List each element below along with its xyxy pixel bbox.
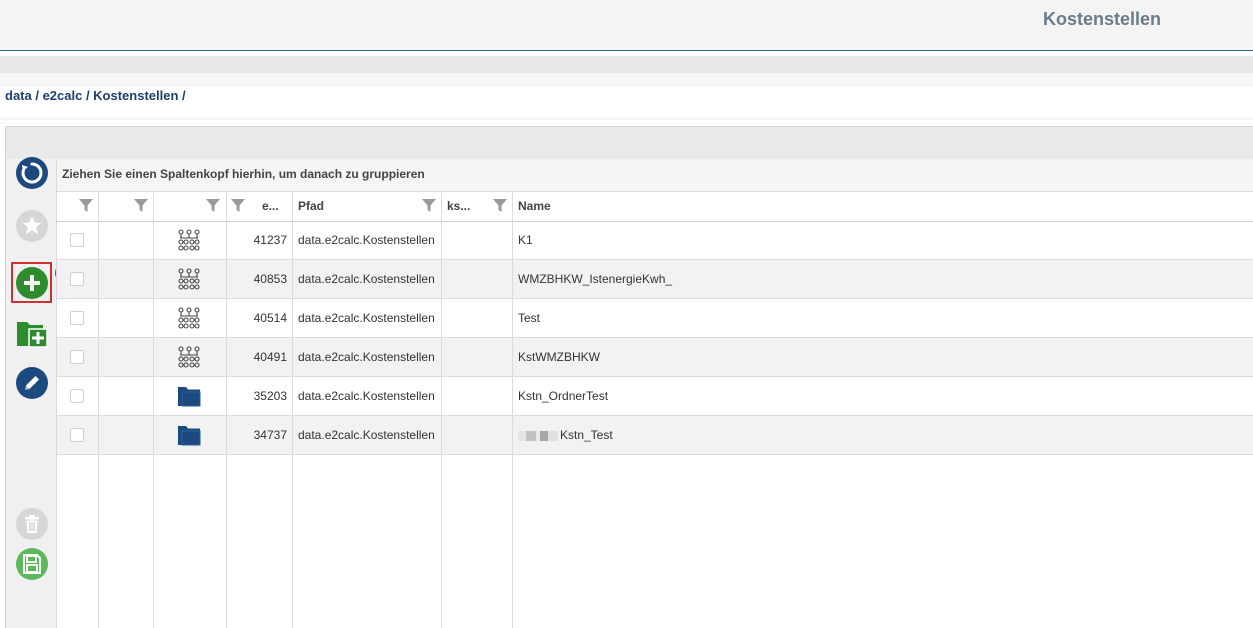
add-button[interactable]	[15, 266, 49, 300]
add-folder-button[interactable]	[15, 316, 49, 350]
column-header-name[interactable]: Name	[518, 192, 551, 221]
row-checkbox[interactable]	[70, 428, 84, 442]
folder-add-icon	[17, 322, 48, 348]
cost-center-icon	[178, 229, 200, 251]
filter-icon[interactable]	[493, 199, 507, 213]
save-icon	[16, 548, 48, 580]
cell-name: K1	[518, 221, 533, 259]
cell-name: Test	[518, 299, 540, 337]
cell-name-text: Test	[518, 311, 541, 325]
row-checkbox[interactable]	[70, 311, 84, 325]
cell-path: data.e2calc.Kostenstellen	[298, 350, 435, 364]
cell-name-text: Kstn_OrdnerTest	[518, 389, 609, 403]
row-checkbox[interactable]	[70, 272, 84, 286]
table-row[interactable]: 41237 data.e2calc.Kostenstellen K1	[57, 221, 1253, 260]
trash-icon	[16, 508, 48, 540]
group-drop-area[interactable]: Ziehen Sie einen Spaltenkopf hierhin, um…	[57, 160, 1253, 191]
cell-path: data.e2calc.Kostenstellen	[298, 311, 435, 325]
grid-header-row: e... Pfad ks... Name	[57, 191, 1253, 222]
filter-icon[interactable]	[422, 199, 436, 213]
edit-icon	[16, 367, 48, 399]
column-header-ks[interactable]: ks...	[447, 192, 470, 221]
column-divider	[441, 191, 442, 628]
column-divider	[292, 191, 293, 628]
favorite-button[interactable]	[15, 209, 49, 243]
filter-icon[interactable]	[231, 199, 245, 213]
page-title: Kostenstellen	[1042, 9, 1161, 29]
plus-icon	[16, 267, 48, 299]
table-row[interactable]: 40491 data.e2calc.Kostenstellen KstWMZBHKW	[57, 338, 1253, 377]
cost-center-icon	[178, 307, 200, 329]
cell-path: data.e2calc.Kostenstellen	[298, 428, 435, 442]
breadcrumb-text[interactable]: data / e2calc / Kostenstellen /	[5, 88, 186, 103]
filter-icon[interactable]	[134, 199, 148, 213]
cell-id: 34737	[253, 428, 287, 442]
row-checkbox[interactable]	[70, 389, 84, 403]
cell-path: data.e2calc.Kostenstellen	[298, 272, 435, 286]
save-button[interactable]	[15, 547, 49, 581]
cost-center-icon	[178, 346, 200, 368]
cell-name: Kstn_Test	[518, 416, 613, 454]
cell-id: 41237	[253, 233, 287, 247]
cell-name-text: K1	[518, 233, 533, 247]
cell-name: Kstn_OrdnerTest	[518, 377, 608, 415]
cell-name-text: Kstn_Test	[560, 428, 613, 442]
row-checkbox[interactable]	[70, 233, 84, 247]
app-header: Kostenstellen	[0, 0, 1253, 51]
folder-icon	[178, 426, 201, 446]
cell-name-text: WMZBHKW_IstenergieKwh_	[518, 272, 673, 286]
cell-name: KstWMZBHKW	[518, 338, 600, 376]
filter-icon[interactable]	[206, 199, 220, 213]
table-row[interactable]: 34737 data.e2calc.Kostenstellen Kstn_Test	[57, 416, 1253, 455]
column-header-path[interactable]: Pfad	[298, 192, 324, 221]
column-divider	[512, 191, 513, 628]
row-checkbox[interactable]	[70, 350, 84, 364]
table-row[interactable]: 40853 data.e2calc.Kostenstellen WMZBHKW_Is…	[57, 260, 1253, 299]
cell-id: 40491	[253, 350, 287, 364]
column-divider	[226, 191, 227, 628]
cell-path: data.e2calc.Kostenstellen	[298, 389, 435, 403]
group-hint-text: Ziehen Sie einen Spaltenkopf hierhin, um…	[62, 167, 425, 181]
folder-icon	[178, 387, 201, 407]
cell-id: 40853	[253, 272, 287, 286]
data-grid: Ziehen Sie einen Spaltenkopf hierhin, um…	[56, 160, 1253, 628]
redacted-text	[518, 430, 558, 441]
panel-topbar	[6, 127, 1253, 159]
refresh-icon	[16, 157, 48, 189]
table-row[interactable]: 40514 data.e2calc.Kostenstellen Test	[57, 299, 1253, 338]
column-divider	[98, 191, 99, 628]
breadcrumb[interactable]: data / e2calc / Kostenstellen /	[0, 87, 1253, 117]
edit-button[interactable]	[15, 366, 49, 400]
star-icon	[16, 210, 48, 242]
cost-center-icon	[178, 268, 200, 290]
cell-name-text: KstWMZBHKW	[518, 350, 600, 364]
filter-icon[interactable]	[79, 199, 93, 213]
column-header-id[interactable]: e...	[262, 192, 279, 221]
delete-button[interactable]	[15, 507, 49, 541]
cell-id: 35203	[253, 389, 287, 403]
cell-path: data.e2calc.Kostenstellen	[298, 233, 435, 247]
column-divider	[153, 191, 154, 628]
sub-toolbar	[0, 56, 1253, 73]
refresh-button[interactable]	[15, 156, 49, 190]
table-row[interactable]: 35203 data.e2calc.Kostenstellen Kstn_Ordne…	[57, 377, 1253, 416]
cell-name: WMZBHKW_IstenergieKwh_	[518, 260, 672, 298]
cell-id: 40514	[253, 311, 287, 325]
